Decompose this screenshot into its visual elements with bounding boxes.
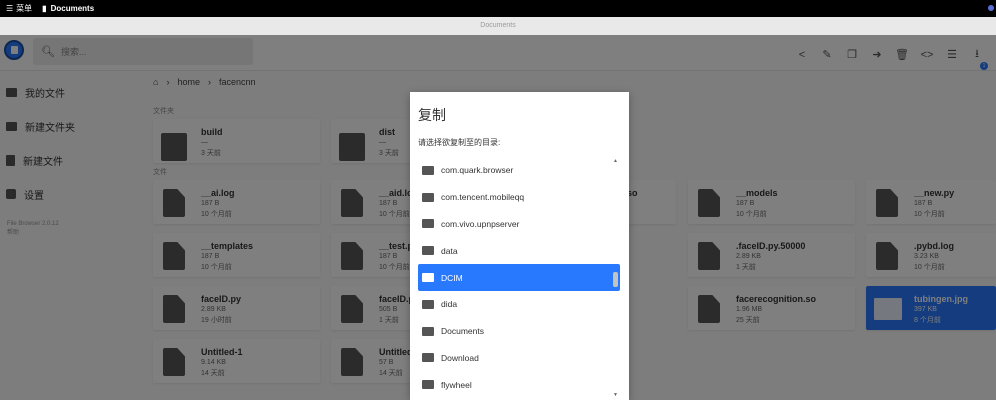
scroll-up-icon[interactable]: ▲ (613, 158, 618, 164)
folder-icon (422, 219, 434, 229)
system-top-bar: ☰ 菜单 ▮ Documents (0, 0, 996, 17)
directory-label: Download (441, 352, 479, 363)
directory-item[interactable]: com.tencent.mobileqq (418, 184, 620, 211)
directory-item[interactable]: dida (418, 291, 620, 318)
directory-list[interactable]: com.quark.browser com.tencent.mobileqq c… (418, 157, 620, 400)
directory-label: com.vivo.upnpserver (441, 218, 520, 229)
window-title: Documents (0, 17, 996, 35)
document-icon: ▮ (42, 4, 47, 13)
system-menu[interactable]: ☰ 菜单 (6, 3, 32, 14)
directory-label: flywheel (441, 379, 472, 390)
directory-item[interactable]: flywheel (418, 371, 620, 398)
status-indicator-icon (988, 5, 994, 11)
active-document-tab[interactable]: ▮ Documents (42, 4, 94, 13)
directory-item[interactable]: com.quark.browser (418, 157, 620, 184)
folder-icon (422, 192, 434, 202)
folder-icon (422, 246, 434, 256)
directory-item[interactable]: data (418, 237, 620, 264)
directory-label: data (441, 245, 458, 256)
folder-icon (422, 353, 434, 363)
system-menu-label: 菜单 (16, 4, 33, 13)
scroll-down-icon[interactable]: ▼ (613, 392, 618, 398)
directory-label: com.tencent.mobileqq (441, 192, 525, 203)
folder-icon (422, 326, 434, 336)
copy-dialog: 复制 请选择欲复制至的目录: com.quark.browser com.ten… (410, 92, 629, 400)
dialog-title: 复制 (418, 107, 446, 123)
folder-icon (422, 165, 434, 175)
dialog-prompt: 请选择欲复制至的目录: (418, 138, 501, 147)
directory-list-scrollbar[interactable] (613, 272, 618, 287)
directory-item-selected[interactable]: DCIM (418, 264, 620, 291)
menu-icon: ☰ (6, 4, 14, 13)
folder-icon (422, 299, 434, 309)
folder-icon (422, 273, 434, 283)
directory-item[interactable]: com.vivo.upnpserver (418, 211, 620, 238)
folder-icon (422, 380, 434, 390)
directory-label: Documents (441, 326, 484, 337)
directory-item[interactable]: Documents (418, 318, 620, 345)
directory-label: com.quark.browser (441, 165, 514, 176)
directory-label: DCIM (441, 272, 463, 283)
directory-item[interactable]: Download (418, 345, 620, 372)
active-document-label: Documents (50, 4, 95, 13)
directory-label: dida (441, 299, 458, 310)
